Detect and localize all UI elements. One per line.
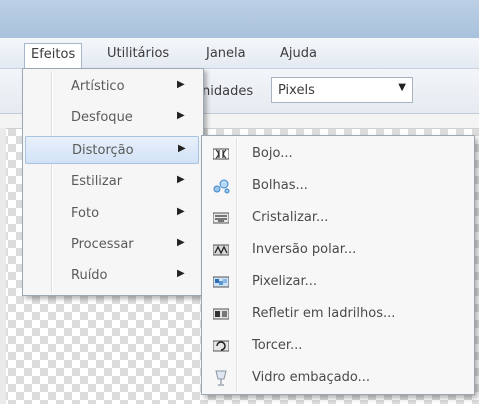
frosted-glass-icon xyxy=(212,370,230,386)
menu-item-ruido[interactable]: Ruído ▶ xyxy=(25,262,199,290)
menu-item-estilizar[interactable]: Estilizar ▶ xyxy=(25,168,199,196)
menu-item-processar[interactable]: Processar ▶ xyxy=(25,231,199,259)
submenu-item-pixelizar[interactable]: Pixelizar... xyxy=(204,266,470,298)
twist-icon xyxy=(212,338,230,354)
bubbles-icon xyxy=(212,178,230,194)
submenu-arrow-icon: ▶ xyxy=(178,143,186,154)
submenu-item-label: Bojo... xyxy=(252,146,293,161)
chevron-down-icon: ▼ xyxy=(398,82,406,93)
menu-item-label: Processar xyxy=(71,237,134,252)
menu-bar: Efeitos Utilitários Janela Ajuda xyxy=(0,38,479,69)
menu-item-label: Artístico xyxy=(71,79,125,94)
submenu-item-cristalizar[interactable]: Cristalizar... xyxy=(204,202,470,234)
canvas-edge xyxy=(0,128,6,404)
units-dropdown[interactable]: Pixels ▼ xyxy=(271,77,413,103)
submenu-arrow-icon: ▶ xyxy=(177,206,185,217)
distortion-submenu: Bojo... Bolhas... Cristalizar... Inversã… xyxy=(201,135,475,395)
submenu-item-bolhas[interactable]: Bolhas... xyxy=(204,170,470,202)
window-titlebar xyxy=(0,0,479,38)
menu-item-desfoque[interactable]: Desfoque ▶ xyxy=(25,104,199,132)
menu-janela[interactable]: Janela xyxy=(200,43,252,64)
effects-menu: Artístico ▶ Desfoque ▶ Distorção ▶ Estil… xyxy=(22,68,204,296)
submenu-item-label: Refletir em ladrilhos... xyxy=(252,306,396,321)
units-dropdown-value: Pixels xyxy=(278,83,315,98)
menu-utilitarios[interactable]: Utilitários xyxy=(101,43,175,64)
menu-item-foto[interactable]: Foto ▶ xyxy=(25,200,199,228)
polar-inversion-icon xyxy=(212,242,230,258)
tile-reflection-icon xyxy=(212,306,230,322)
submenu-item-vidro-embacado[interactable]: Vidro embaçado... xyxy=(204,362,470,394)
menu-ajuda[interactable]: Ajuda xyxy=(274,43,323,64)
pixelate-icon xyxy=(212,274,230,290)
submenu-item-label: Cristalizar... xyxy=(252,210,329,225)
submenu-arrow-icon: ▶ xyxy=(177,237,185,248)
menu-item-label: Foto xyxy=(71,206,100,221)
submenu-item-label: Vidro embaçado... xyxy=(252,370,370,385)
submenu-item-inversao-polar[interactable]: Inversão polar... xyxy=(204,234,470,266)
menu-item-artistico[interactable]: Artístico ▶ xyxy=(25,73,199,101)
submenu-item-label: Bolhas... xyxy=(252,178,308,193)
submenu-item-torcer[interactable]: Torcer... xyxy=(204,330,470,362)
submenu-arrow-icon: ▶ xyxy=(177,174,185,185)
submenu-arrow-icon: ▶ xyxy=(177,79,185,90)
menu-item-distorcao[interactable]: Distorção ▶ xyxy=(25,136,199,164)
submenu-arrow-icon: ▶ xyxy=(177,268,185,279)
submenu-item-bojo[interactable]: Bojo... xyxy=(204,138,470,170)
bulge-icon xyxy=(212,146,230,162)
submenu-arrow-icon: ▶ xyxy=(177,110,185,121)
crystallize-icon xyxy=(212,210,230,226)
submenu-item-refletir-em-ladrilhos[interactable]: Refletir em ladrilhos... xyxy=(204,298,470,330)
submenu-item-label: Torcer... xyxy=(252,338,303,353)
submenu-item-label: Pixelizar... xyxy=(252,274,318,289)
menu-item-label: Distorção xyxy=(72,143,134,158)
units-label: nidades xyxy=(202,84,254,99)
menu-item-label: Desfoque xyxy=(71,110,133,125)
menu-efeitos[interactable]: Efeitos xyxy=(24,43,83,69)
submenu-item-label: Inversão polar... xyxy=(252,242,357,257)
menu-item-label: Estilizar xyxy=(71,174,123,189)
menu-item-label: Ruído xyxy=(71,268,108,283)
